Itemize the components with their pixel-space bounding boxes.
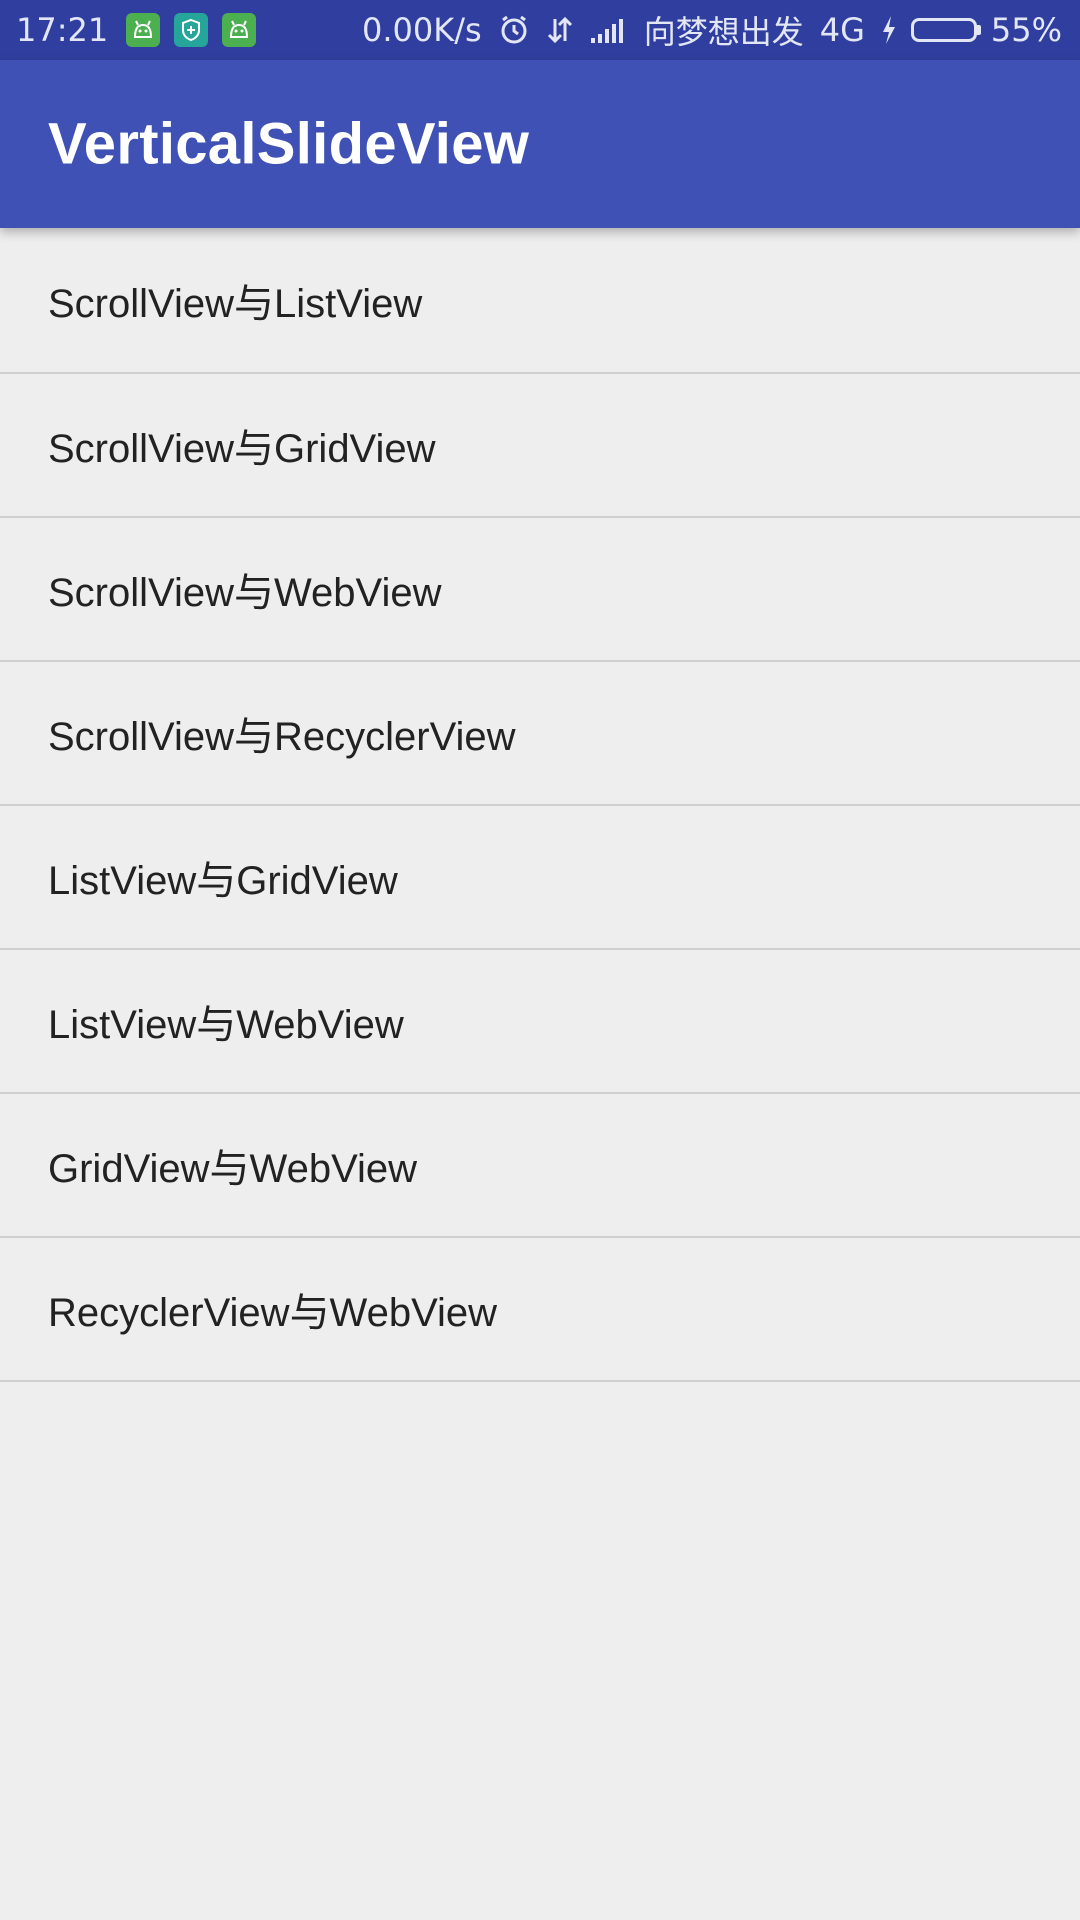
charging-icon [881, 15, 897, 45]
network-type: 4G [819, 11, 865, 49]
net-speed: 0.00K/s [362, 11, 482, 49]
list-item[interactable]: GridView与WebView [0, 1094, 1080, 1238]
data-transfer-icon [546, 15, 574, 45]
status-time: 17:21 [16, 11, 109, 49]
status-bar: 17:21 0.00K/s 向梦想出发 4G 55% [0, 0, 1080, 60]
android-app-icon [126, 13, 161, 47]
signal-icon [590, 16, 628, 44]
alarm-icon [498, 14, 530, 46]
carrier-name: 向梦想出发 [643, 13, 804, 51]
shield-app-icon [174, 13, 209, 47]
app-title: VerticalSlideView [48, 111, 530, 177]
android-app-icon [222, 13, 257, 47]
battery-percent: 55% [990, 11, 1062, 49]
list-item[interactable]: ScrollView与RecyclerView [0, 662, 1080, 806]
list-item[interactable]: ListView与WebView [0, 950, 1080, 1094]
list-item[interactable]: ScrollView与WebView [0, 518, 1080, 662]
list-item[interactable]: ScrollView与ListView [0, 228, 1080, 374]
app-bar: VerticalSlideView [0, 60, 1080, 228]
list-item[interactable]: ScrollView与GridView [0, 374, 1080, 518]
list-item[interactable]: ListView与GridView [0, 806, 1080, 950]
battery-icon [910, 18, 981, 42]
list-item[interactable]: RecyclerView与WebView [0, 1238, 1080, 1382]
menu-list: ScrollView与ListView ScrollView与GridView … [0, 228, 1080, 1382]
